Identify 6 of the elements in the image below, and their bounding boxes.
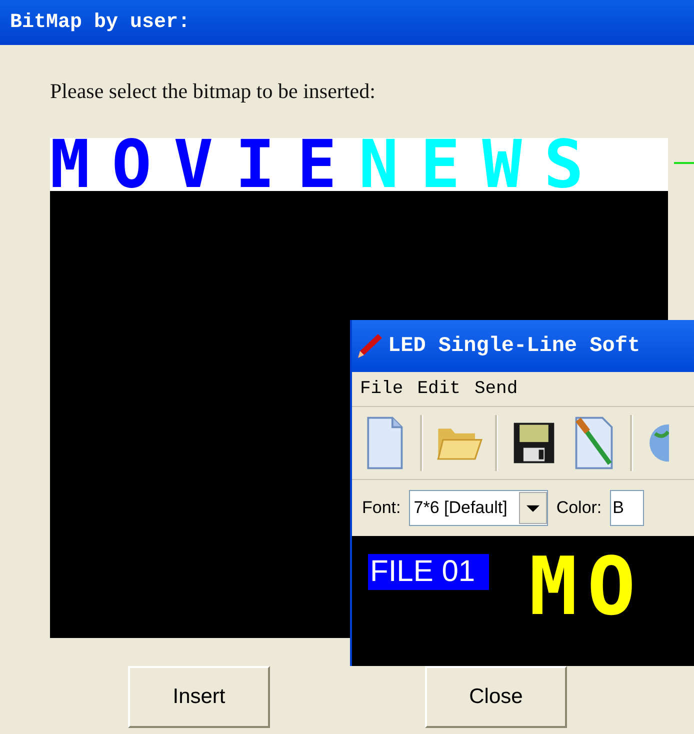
window-title: BitMap by user:	[10, 11, 190, 34]
led-text: MO	[529, 554, 646, 620]
prompt-text: Please select the bitmap to be inserted:	[50, 79, 376, 104]
window-title: LED Single-Line Soft	[388, 334, 640, 358]
font-label: Font:	[362, 498, 401, 518]
color-label: Color:	[556, 498, 602, 518]
